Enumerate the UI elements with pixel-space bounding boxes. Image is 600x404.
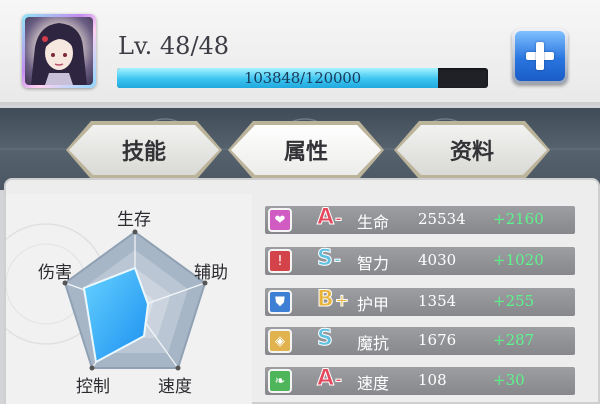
level-label: Lv. 48/48 [118,32,230,60]
stat-row-hp: ❤ A- 生命 25534 +2160 [265,205,575,234]
radar-label-damage: 伤害 [38,263,72,283]
stat-name: 智力 [357,254,390,273]
tab-attributes[interactable]: 属性 [231,125,381,175]
tab-profile[interactable]: 资料 [397,125,547,175]
stat-row-magic-resist: ◈ S 魔抗 1676 +287 [265,326,575,355]
stat-row-armor: ⛊ B+ 护甲 1354 +255 [265,287,575,316]
tab-skills[interactable]: 技能 [69,125,219,175]
stat-grade: B+ [317,287,350,313]
character-portrait[interactable] [22,14,96,88]
plus-icon [515,31,565,81]
shield-icon: ⛊ [268,290,292,314]
stat-value: 4030 [418,251,457,269]
stat-name: 魔抗 [357,334,390,353]
stat-bonus: +2160 [493,210,544,228]
radar-vertex-dot [175,365,181,371]
stat-value: 108 [418,371,447,389]
character-portrait-icon [31,23,87,85]
crystal-icon: ◈ [268,329,292,353]
stat-bonus: +255 [493,292,535,310]
radar-label-speed: 速度 [158,377,192,397]
radar-vertex-dot [132,229,138,235]
radar-label-survival: 生存 [117,210,151,230]
stat-bonus: +1020 [493,251,544,269]
level-up-button[interactable] [512,28,568,84]
stat-bonus: +30 [493,371,525,389]
xp-text: 103848/120000 [244,69,361,87]
xp-bar: 103848/120000 [117,68,488,88]
stat-name: 护甲 [357,295,390,314]
exclamation-icon: ! [268,249,292,273]
stat-grade: A- [316,366,343,392]
stat-bonus: +287 [493,331,535,349]
stat-row-intelligence: ! S- 智力 4030 +1020 [265,246,575,275]
tab-profile-label: 资料 [449,139,494,165]
stat-value: 1354 [418,292,457,310]
radar-label-control: 控制 [76,377,110,397]
stat-name: 速度 [357,374,390,393]
tab-skills-label: 技能 [121,139,166,165]
stat-value: 1676 [418,331,457,349]
portrait-image [25,17,93,85]
radar-label-support: 辅助 [194,263,228,283]
stat-row-speed: ❧ A- 速度 108 +30 [265,366,575,395]
tab-attributes-label: 属性 [283,139,328,165]
stat-grade: A- [316,205,343,231]
stat-grade: S [317,326,334,352]
attribute-radar [62,229,208,371]
heart-icon: ❤ [268,208,292,232]
character-header: Lv. 48/48 103848/120000 [0,0,600,105]
stat-name: 生命 [357,213,390,232]
stat-grade: S- [317,246,342,272]
stat-value: 25534 [418,210,466,228]
wing-icon: ❧ [268,369,292,393]
radar-vertex-dot [89,365,95,371]
